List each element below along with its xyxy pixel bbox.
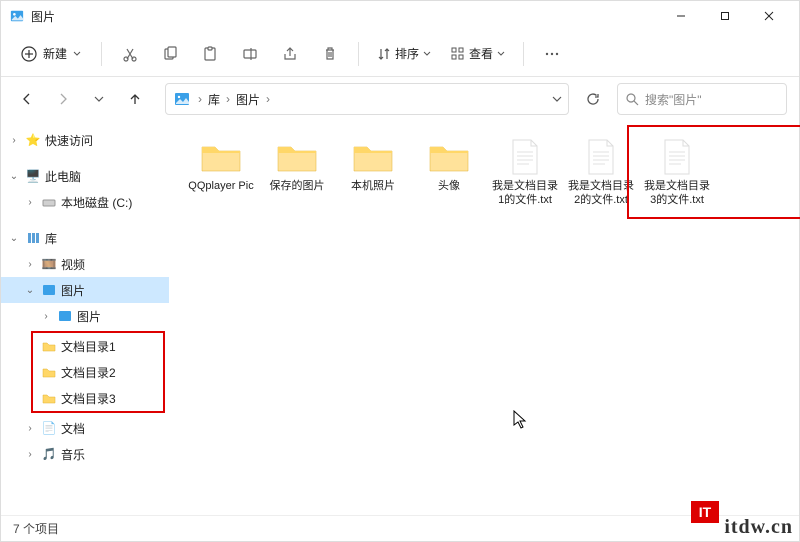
forward-button[interactable] [49, 85, 77, 113]
rename-button[interactable] [232, 38, 268, 70]
music-icon: 🎵 [41, 446, 57, 462]
folder-icon [197, 137, 245, 177]
chevron-down-icon [497, 50, 505, 58]
up-button[interactable] [121, 85, 149, 113]
folder-item[interactable]: QQplayer Pic [185, 133, 257, 197]
folder-icon [41, 390, 57, 406]
star-icon: ⭐ [25, 132, 41, 148]
folder-item[interactable]: 保存的图片 [261, 133, 333, 197]
documents-icon: 📄 [41, 420, 57, 436]
app-icon [9, 8, 25, 24]
folder-icon [41, 364, 57, 380]
new-label: 新建 [43, 45, 67, 62]
more-button[interactable] [534, 38, 570, 70]
folder-item[interactable]: 本机照片 [337, 133, 409, 197]
folder-icon [41, 338, 57, 354]
item-label: 本机照片 [351, 179, 395, 193]
crumb-separator: › [224, 92, 232, 106]
search-placeholder: 搜索"图片" [645, 91, 702, 108]
chevron-down-icon[interactable] [552, 94, 562, 104]
file-icon [577, 137, 625, 177]
recent-button[interactable] [85, 85, 113, 113]
item-label: 头像 [438, 179, 460, 193]
window-title: 图片 [31, 8, 659, 25]
item-count: 7 个项目 [13, 520, 59, 537]
watermark-text: itdw.cn [724, 516, 793, 539]
file-icon [653, 137, 701, 177]
file-view[interactable]: QQplayer Pic保存的图片本机照片头像我是文档目录1的文件.txt我是文… [169, 121, 799, 517]
pictures-icon [57, 308, 73, 324]
sort-button[interactable]: 排序 [369, 41, 439, 66]
plus-circle-icon [21, 46, 37, 62]
search-input[interactable]: 搜索"图片" [617, 83, 787, 115]
delete-button[interactable] [312, 38, 348, 70]
item-label: 我是文档目录3的文件.txt [641, 179, 713, 207]
view-icon [451, 47, 465, 61]
minimize-button[interactable] [659, 1, 703, 31]
tree-docdir2[interactable]: 文档目录2 [33, 359, 163, 385]
tree-this-pc[interactable]: ⌄🖥️此电脑 [1, 163, 169, 189]
tree-pictures[interactable]: ⌄图片 [1, 277, 169, 303]
tree-libraries[interactable]: ⌄库 [1, 225, 169, 251]
sort-icon [377, 47, 391, 61]
maximize-button[interactable] [703, 1, 747, 31]
highlight-box-tree: 文档目录1 文档目录2 文档目录3 [31, 331, 165, 413]
item-label: 我是文档目录2的文件.txt [565, 179, 637, 207]
library-icon [25, 230, 41, 246]
separator [523, 42, 524, 66]
watermark-badge: IT [691, 501, 719, 523]
separator [358, 42, 359, 66]
crumb-libraries[interactable]: 库 [204, 89, 224, 110]
separator [101, 42, 102, 66]
crumb-separator: › [264, 92, 272, 106]
pc-icon: 🖥️ [25, 168, 41, 184]
tree-docdir1[interactable]: 文档目录1 [33, 333, 163, 359]
cursor-icon [513, 410, 529, 430]
paste-button[interactable] [192, 38, 228, 70]
file-item[interactable]: 我是文档目录1的文件.txt [489, 133, 561, 211]
item-label: QQplayer Pic [188, 179, 253, 193]
new-button[interactable]: 新建 [11, 41, 91, 66]
tree-c-drive[interactable]: ›本地磁盘 (C:) [1, 189, 169, 215]
file-item[interactable]: 我是文档目录3的文件.txt [641, 133, 713, 211]
tree-pictures-sub[interactable]: ›图片 [1, 303, 169, 329]
location-pictures-icon [172, 89, 192, 109]
cut-button[interactable] [112, 38, 148, 70]
refresh-button[interactable] [577, 83, 609, 115]
navigation-tree: ›⭐快速访问 ⌄🖥️此电脑 ›本地磁盘 (C:) ⌄库 ›🎞️视频 ⌄图片 ›图… [1, 121, 169, 517]
item-label: 保存的图片 [270, 179, 325, 193]
view-button[interactable]: 查看 [443, 41, 513, 66]
pictures-icon [41, 282, 57, 298]
tree-quick-access[interactable]: ›⭐快速访问 [1, 127, 169, 153]
view-label: 查看 [469, 45, 493, 62]
tree-videos[interactable]: ›🎞️视频 [1, 251, 169, 277]
tree-music[interactable]: ›🎵音乐 [1, 441, 169, 467]
address-bar[interactable]: › 库 › 图片 › [165, 83, 569, 115]
item-label: 我是文档目录1的文件.txt [489, 179, 561, 207]
sort-label: 排序 [395, 45, 419, 62]
file-item[interactable]: 我是文档目录2的文件.txt [565, 133, 637, 211]
video-icon: 🎞️ [41, 256, 57, 272]
tree-docdir3[interactable]: 文档目录3 [33, 385, 163, 411]
folder-icon [273, 137, 321, 177]
folder-item[interactable]: 头像 [413, 133, 485, 197]
chevron-down-icon [73, 50, 81, 58]
status-bar: 7 个项目 [1, 515, 799, 541]
close-button[interactable] [747, 1, 791, 31]
search-icon [626, 93, 639, 106]
drive-icon [41, 194, 57, 210]
folder-icon [349, 137, 397, 177]
tree-documents[interactable]: ›📄文档 [1, 415, 169, 441]
chevron-down-icon [423, 50, 431, 58]
share-button[interactable] [272, 38, 308, 70]
crumb-separator: › [196, 92, 204, 106]
folder-icon [425, 137, 473, 177]
crumb-pictures[interactable]: 图片 [232, 89, 264, 110]
copy-button[interactable] [152, 38, 188, 70]
file-icon [501, 137, 549, 177]
back-button[interactable] [13, 85, 41, 113]
